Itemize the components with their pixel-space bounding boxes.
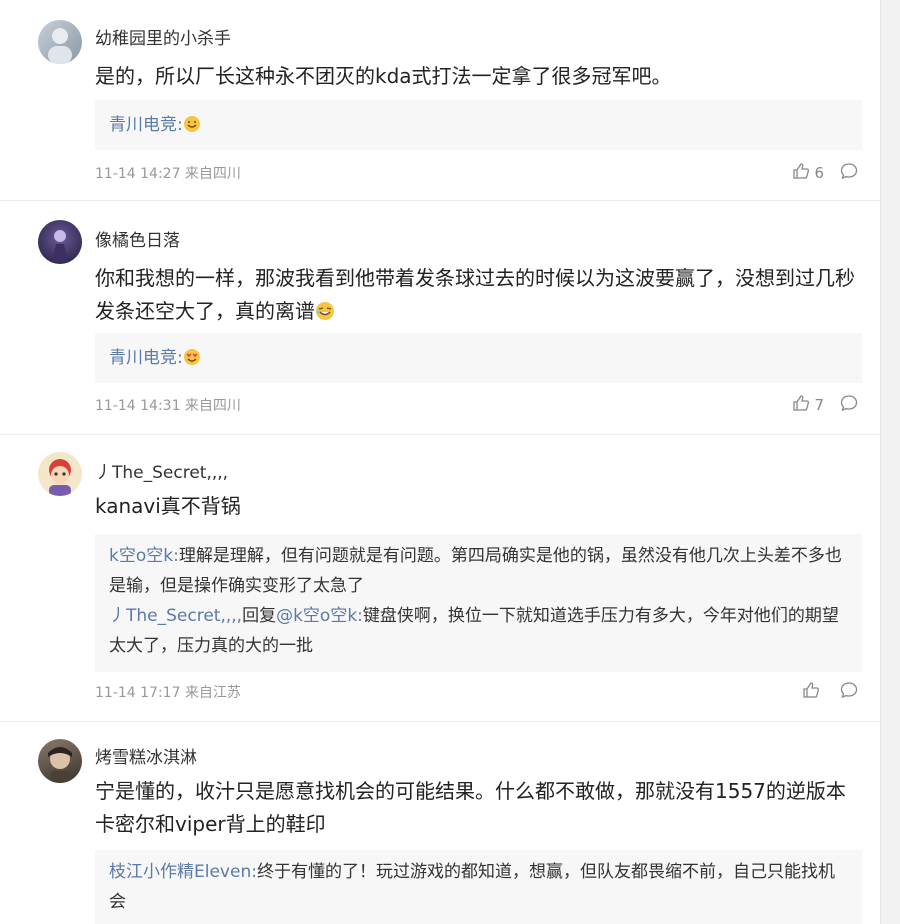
comment-feed: 幼稚园里的小杀手 是的，所以厂长这种永不团灭的kda式打法一定拿了很多冠军吧。 …	[0, 0, 881, 924]
comment-text: 你和我想的一样，那波我看到他带着发条球过去的时候以为这波要赢了，没想到过几秒发条…	[95, 262, 860, 331]
heart-eyes-emoji-icon	[183, 346, 201, 376]
reply-icon[interactable]	[840, 681, 858, 703]
reply-author[interactable]: 枝江小作精Eleven:	[109, 862, 257, 882]
like-count: 7	[814, 396, 824, 414]
like-button[interactable]: 7	[792, 394, 824, 416]
comment-author[interactable]: 像橘色日落	[95, 226, 180, 251]
avatar[interactable]	[38, 20, 82, 64]
thumbs-up-icon	[792, 162, 810, 184]
reply-box: 枝江小作精Eleven:终于有懂的了！玩过游戏的都知道，想赢，但队友都畏缩不前，…	[95, 850, 862, 924]
thumbs-up-icon	[802, 681, 820, 703]
reply-icon[interactable]	[840, 162, 858, 184]
comment-author[interactable]: 丿The_Secret,,,,	[95, 458, 228, 483]
reply-box: 青川电竞:	[95, 333, 862, 383]
comment-item: 像橘色日落 你和我想的一样，那波我看到他带着发条球过去的时候以为这波要赢了，没想…	[0, 200, 880, 435]
reply-text: 理解是理解，但有问题就是有问题。第四局确实是他的锅，虽然没有他几次上头差不多也是…	[109, 546, 842, 596]
reply-author[interactable]: 青川电竞:	[109, 348, 183, 368]
comment-text-content: 你和我想的一样，那波我看到他带着发条球过去的时候以为这波要赢了，没想到过几秒发条…	[95, 266, 855, 323]
avatar[interactable]	[38, 220, 82, 264]
reply-author[interactable]: 青川电竞:	[109, 115, 183, 135]
comment-text: 宁是懂的，收汁只是愿意找机会的可能结果。什么都不敢做，那就没有1557的逆版本卡…	[95, 779, 846, 836]
reply-mention[interactable]: @k空o空k:	[276, 606, 363, 626]
laughing-emoji-icon	[183, 113, 201, 143]
comment-item: 烤雪糕冰淇淋 宁是懂的，收汁只是愿意找机会的可能结果。什么都不敢做，那就没有15…	[0, 721, 880, 924]
comment-actions	[802, 681, 858, 703]
like-button[interactable]: 6	[792, 162, 824, 184]
reply-author[interactable]: k空o空k:	[109, 546, 179, 566]
laughing-tears-emoji-icon	[315, 298, 335, 331]
comment-meta: 11-14 14:31 来自四川	[95, 398, 241, 414]
like-button[interactable]	[802, 681, 824, 703]
comment-meta: 11-14 14:27 来自四川	[95, 166, 241, 182]
comment-author[interactable]: 烤雪糕冰淇淋	[95, 743, 197, 768]
comment-author[interactable]: 幼稚园里的小杀手	[95, 24, 231, 49]
reply-box: 青川电竞:	[95, 100, 862, 150]
comment-actions: 7	[792, 394, 858, 416]
comment-text: kanavi真不背锅	[95, 494, 241, 518]
like-count: 6	[814, 164, 824, 182]
reply-icon[interactable]	[840, 394, 858, 416]
reply-author[interactable]: 丿The_Secret,,,,	[109, 606, 242, 626]
reply-box: k空o空k:理解是理解，但有问题就是有问题。第四局确实是他的锅，虽然没有他几次上…	[95, 534, 862, 672]
comment-item: 幼稚园里的小杀手 是的，所以厂长这种永不团灭的kda式打法一定拿了很多冠军吧。 …	[0, 0, 880, 201]
thumbs-up-icon	[792, 394, 810, 416]
comment-text: 是的，所以厂长这种永不团灭的kda式打法一定拿了很多冠军吧。	[95, 64, 672, 88]
comment-actions: 6	[792, 162, 858, 184]
comment-item: 丿The_Secret,,,, kanavi真不背锅 k空o空k:理解是理解，但…	[0, 434, 880, 722]
reply-item: 丿The_Secret,,,,回复@k空o空k:键盘侠啊，换位一下就知道选手压力…	[109, 601, 848, 661]
avatar[interactable]	[38, 452, 82, 496]
avatar[interactable]	[38, 739, 82, 783]
reply-item: k空o空k:理解是理解，但有问题就是有问题。第四局确实是他的锅，虽然没有他几次上…	[109, 541, 848, 601]
reply-connector: 回复	[242, 606, 277, 626]
comment-meta: 11-14 17:17 来自江苏	[95, 685, 241, 701]
